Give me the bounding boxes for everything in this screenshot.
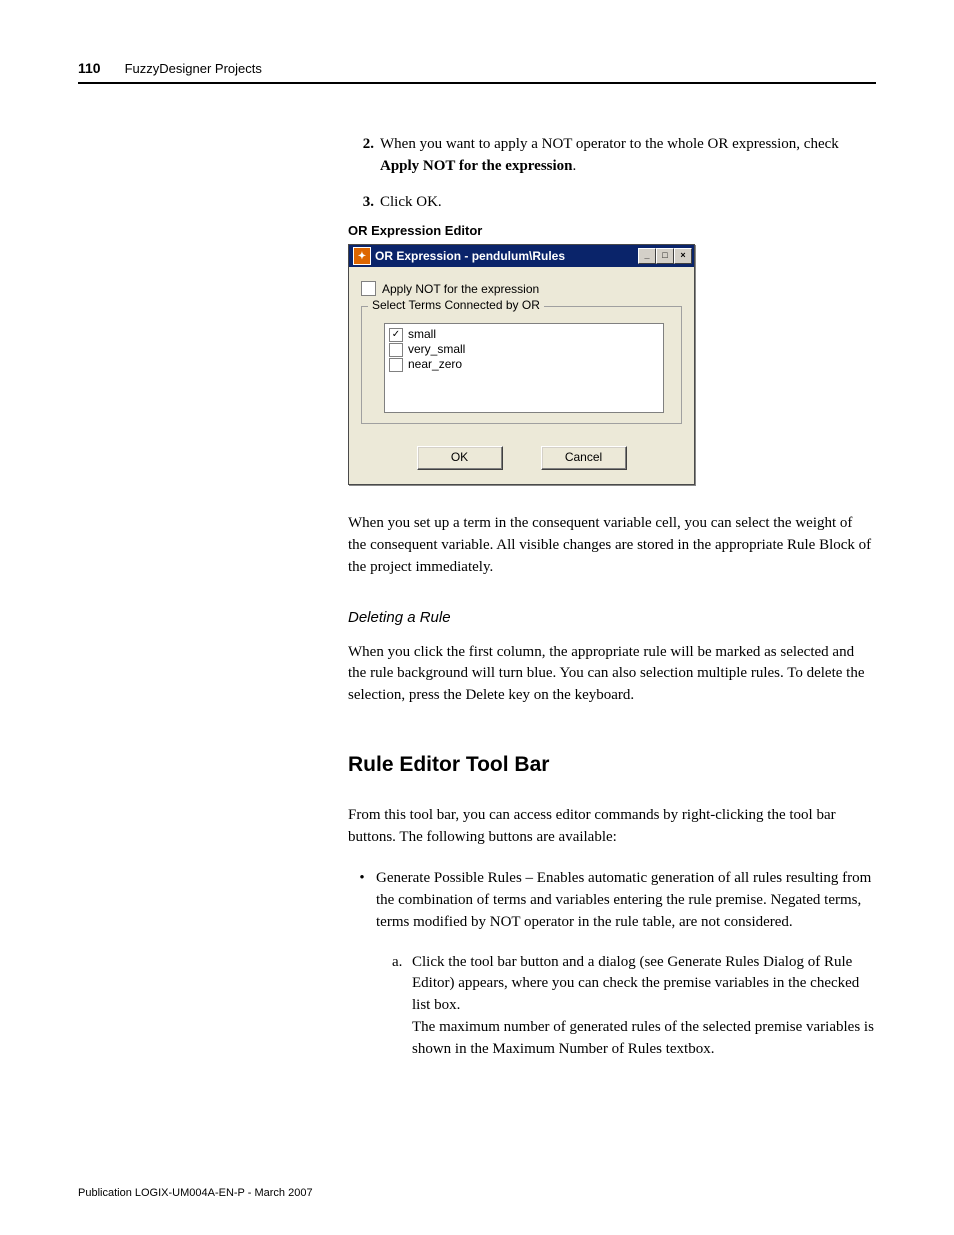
cancel-button[interactable]: Cancel bbox=[541, 446, 627, 470]
term-checkbox[interactable] bbox=[389, 343, 403, 357]
terms-listbox[interactable]: ✓ small very_small near_zero bbox=[384, 323, 664, 413]
sub-a-line1: Click the tool bar button and a dialog (… bbox=[412, 952, 874, 1017]
minimize-button[interactable]: _ bbox=[638, 248, 656, 264]
publication-footer: Publication LOGIX-UM004A-EN-P - March 20… bbox=[78, 1187, 313, 1199]
bullet-text: Generate Possible Rules – Enables automa… bbox=[376, 868, 874, 933]
step-3-text: Click OK. bbox=[380, 192, 874, 214]
term-checkbox[interactable] bbox=[389, 358, 403, 372]
term-row-very-small[interactable]: very_small bbox=[389, 342, 659, 357]
sub-list: a. Click the tool bar button and a dialo… bbox=[392, 952, 874, 1061]
or-expression-dialog: ✦ OR Expression - pendulum\Rules _ □ × A… bbox=[348, 244, 695, 485]
sub-letter: a. bbox=[392, 952, 412, 1061]
app-icon: ✦ bbox=[353, 247, 371, 265]
step-2-text-pre: When you want to apply a NOT operator to… bbox=[380, 136, 839, 152]
ok-button[interactable]: OK bbox=[417, 446, 503, 470]
bullet-generate-rules: • Generate Possible Rules – Enables auto… bbox=[348, 868, 874, 933]
term-row-near-zero[interactable]: near_zero bbox=[389, 357, 659, 372]
toolbar-intro-paragraph: From this tool bar, you can access edito… bbox=[348, 805, 874, 849]
header-section: FuzzyDesigner Projects bbox=[125, 61, 262, 76]
step-2: 2. When you want to apply a NOT operator… bbox=[348, 134, 874, 178]
step-2-text-bold: Apply NOT for the expression bbox=[380, 158, 573, 174]
step-3: 3. Click OK. bbox=[348, 192, 874, 214]
deleting-rule-paragraph: When you click the first column, the app… bbox=[348, 642, 874, 707]
dialog-title: OR Expression - pendulum\Rules bbox=[375, 249, 638, 263]
bullet-marker: • bbox=[348, 868, 376, 933]
consequent-paragraph: When you set up a term in the consequent… bbox=[348, 513, 874, 578]
terms-group: Select Terms Connected by OR ✓ small ver… bbox=[361, 306, 682, 424]
figure-caption: OR Expression Editor bbox=[348, 223, 874, 238]
term-label: very_small bbox=[408, 342, 465, 357]
close-button[interactable]: × bbox=[674, 248, 692, 264]
term-row-small[interactable]: ✓ small bbox=[389, 327, 659, 342]
dialog-titlebar: ✦ OR Expression - pendulum\Rules _ □ × bbox=[349, 245, 694, 267]
deleting-rule-heading: Deleting a Rule bbox=[348, 609, 874, 626]
step-2-text-post: . bbox=[573, 158, 577, 174]
term-label: near_zero bbox=[408, 357, 462, 372]
apply-not-checkbox[interactable] bbox=[361, 281, 376, 296]
apply-not-label: Apply NOT for the expression bbox=[382, 282, 539, 296]
step-number: 3. bbox=[348, 192, 374, 214]
term-checkbox[interactable]: ✓ bbox=[389, 328, 403, 342]
term-label: small bbox=[408, 327, 436, 342]
terms-group-label: Select Terms Connected by OR bbox=[368, 298, 544, 312]
maximize-button[interactable]: □ bbox=[656, 248, 674, 264]
step-number: 2. bbox=[348, 134, 374, 178]
page-header: 110 FuzzyDesigner Projects bbox=[78, 60, 876, 84]
page-number: 110 bbox=[78, 60, 101, 76]
rule-editor-toolbar-heading: Rule Editor Tool Bar bbox=[348, 753, 874, 777]
apply-not-row[interactable]: Apply NOT for the expression bbox=[361, 281, 682, 296]
sub-a-line2: The maximum number of generated rules of… bbox=[412, 1017, 874, 1061]
